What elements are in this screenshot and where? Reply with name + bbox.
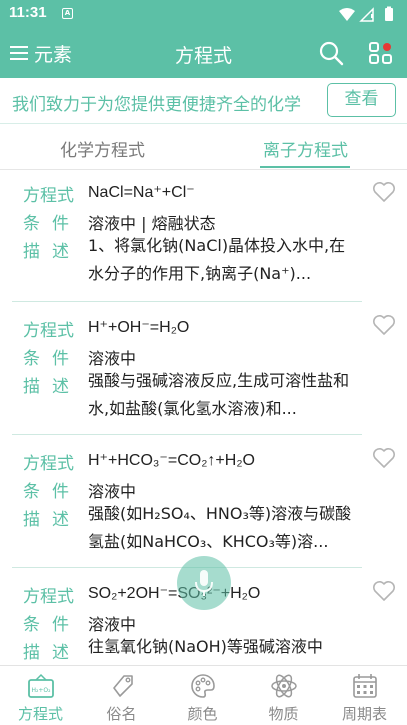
nav-label: 俗名 bbox=[106, 705, 137, 723]
nav-substances[interactable]: 物质 bbox=[243, 666, 324, 725]
condition-text: 溶液中 bbox=[88, 349, 137, 368]
app-bar: 元素 方程式 bbox=[0, 28, 407, 78]
list-item[interactable]: 方程式 条件 描述 H⁺+OH⁻=H₂O 溶液中 强酸与强碱溶液反应,生成可溶性… bbox=[12, 302, 362, 435]
tab-indicator bbox=[260, 166, 350, 168]
favorite-heart-icon[interactable] bbox=[372, 181, 396, 203]
nav-equations[interactable]: H₂+O₂ 方程式 bbox=[0, 666, 81, 725]
nav-label: 颜色 bbox=[187, 705, 218, 723]
bottom-nav: H₂+O₂ 方程式 俗名 颜色 物质 周期表 bbox=[0, 665, 407, 725]
formula-board-icon: H₂+O₂ bbox=[28, 673, 54, 698]
tag-icon bbox=[113, 675, 133, 697]
condition-text: 溶液中 | 熔融状态 bbox=[88, 214, 216, 233]
equation-label: 方程式 bbox=[23, 186, 74, 206]
search-icon[interactable] bbox=[318, 40, 344, 66]
nav-label: 物质 bbox=[268, 705, 299, 723]
battery-icon bbox=[385, 6, 393, 21]
condition-text: 溶液中 bbox=[88, 482, 137, 501]
description-text: 强酸与强碱溶液反应,生成可溶性盐和水,如盐酸(氯化氢水溶液)和... bbox=[88, 371, 350, 418]
condition-label: 条件 bbox=[23, 482, 81, 502]
favorite-heart-icon[interactable] bbox=[372, 580, 396, 602]
condition-label: 条件 bbox=[23, 214, 81, 234]
description-text: 强酸(如H₂SO₄、HNO₃等)溶液与碳酸氢盐(如NaHCO₃、KHCO₃等)溶… bbox=[88, 504, 352, 551]
list-item[interactable]: 方程式 条件 描述 NaCl=Na⁺+Cl⁻ 溶液中 | 熔融状态 1、将氯化钠… bbox=[12, 171, 362, 302]
signal-icon bbox=[359, 7, 374, 22]
description-label: 描述 bbox=[23, 242, 81, 262]
promo-banner: 我们致力于为您提供更便捷齐全的化学 查看 bbox=[0, 78, 407, 124]
description-text: 1、将氯化钠(NaCl)晶体投入水中,在水分子的作用下,钠离子(Na⁺)... bbox=[88, 236, 346, 283]
equation-text: SO₂+2OH⁻=SO₃²⁻+H₂O bbox=[88, 585, 261, 602]
nav-label: 方程式 bbox=[17, 705, 63, 723]
nav-common-names[interactable]: 俗名 bbox=[81, 666, 162, 725]
notification-icon: A bbox=[62, 8, 73, 19]
wifi-icon bbox=[339, 8, 355, 21]
nav-label: 周期表 bbox=[341, 705, 387, 723]
tab-ionic-equations[interactable]: 离子方程式 bbox=[243, 136, 368, 161]
palette-icon bbox=[191, 674, 215, 698]
favorite-heart-icon[interactable] bbox=[372, 447, 396, 469]
voice-fab-button[interactable] bbox=[177, 556, 231, 610]
list-item[interactable]: 方程式 条件 描述 H⁺+HCO₃⁻=CO₂↑+H₂O 溶液中 强酸(如H₂SO… bbox=[12, 435, 362, 568]
condition-label: 条件 bbox=[23, 615, 81, 635]
apps-grid-icon[interactable] bbox=[368, 40, 394, 66]
description-label: 描述 bbox=[23, 643, 81, 663]
svg-text:H₂+O₂: H₂+O₂ bbox=[31, 687, 51, 694]
status-icons bbox=[339, 6, 393, 22]
equation-text: NaCl=Na⁺+Cl⁻ bbox=[88, 184, 195, 201]
equation-label: 方程式 bbox=[23, 454, 74, 474]
description-text: 往氢氧化钠(NaOH)等强碱溶液中 bbox=[88, 637, 323, 656]
status-bar: 11:31 A bbox=[0, 0, 407, 28]
microphone-icon bbox=[195, 570, 213, 596]
equation-label: 方程式 bbox=[23, 321, 74, 341]
atom-icon bbox=[271, 674, 297, 698]
favorite-heart-icon[interactable] bbox=[372, 314, 396, 336]
equation-label: 方程式 bbox=[23, 587, 74, 607]
banner-text: 我们致力于为您提供更便捷齐全的化学 bbox=[12, 95, 301, 115]
condition-label: 条件 bbox=[23, 349, 81, 369]
tab-bar: 化学方程式 离子方程式 bbox=[0, 124, 407, 170]
equation-text: H⁺+OH⁻=H₂O bbox=[88, 319, 190, 336]
view-button[interactable]: 查看 bbox=[327, 83, 396, 117]
calendar-grid-icon bbox=[353, 674, 377, 698]
page-title: 方程式 bbox=[174, 45, 232, 67]
equation-text: H⁺+HCO₃⁻=CO₂↑+H₂O bbox=[88, 452, 255, 469]
tab-chemical-equations[interactable]: 化学方程式 bbox=[40, 136, 165, 161]
nav-colors[interactable]: 颜色 bbox=[162, 666, 243, 725]
nav-periodic-table[interactable]: 周期表 bbox=[324, 666, 405, 725]
description-label: 描述 bbox=[23, 377, 81, 397]
status-time: 11:31 bbox=[9, 4, 47, 21]
condition-text: 溶液中 bbox=[88, 615, 137, 634]
description-label: 描述 bbox=[23, 510, 81, 530]
